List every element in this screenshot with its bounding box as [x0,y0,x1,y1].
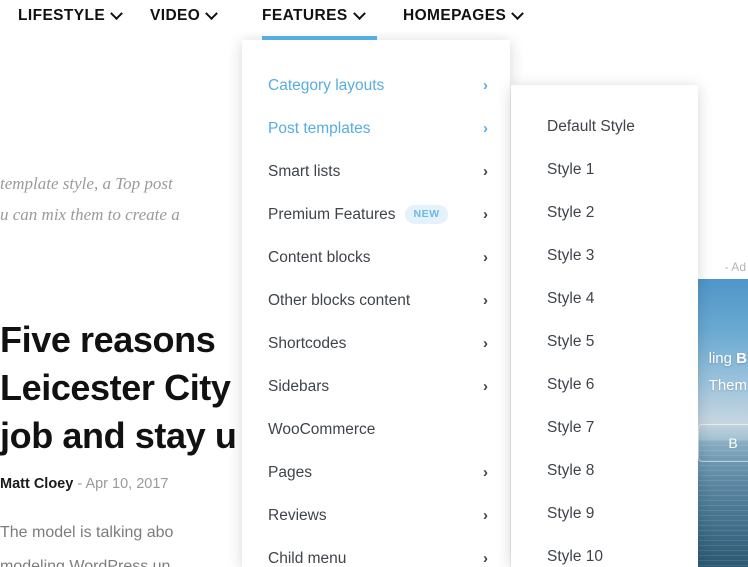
menu-item-shortcodes[interactable]: Shortcodes › [242,322,510,365]
submenu-item-default-style[interactable]: Default Style [511,105,698,148]
submenu-item-style-7[interactable]: Style 7 [511,406,698,449]
chevron-right-icon: › [483,335,488,352]
submenu-item-style-2[interactable]: Style 2 [511,191,698,234]
byline-separator: - [77,476,83,492]
menu-item-label: Shortcodes [268,334,347,352]
submenu-item-style-5[interactable]: Style 5 [511,320,698,363]
article-byline: Matt Cloey - Apr 10, 2017 [0,476,168,492]
primary-navigation: LIFESTYLE VIDEO FEATURES HOMEPAGES [0,0,748,32]
submenu-item-style-1[interactable]: Style 1 [511,148,698,191]
article-lede-line-2: u can mix them to create a [0,205,180,224]
menu-item-smart-lists[interactable]: Smart lists › [242,150,510,193]
menu-item-label: WooCommerce [268,420,376,438]
chevron-right-icon: › [483,120,488,137]
features-dropdown-panel: Category layouts › Post templates › Smart li… [242,40,510,567]
nav-item-features[interactable]: FEATURES [262,0,366,32]
chevron-down-icon [110,6,124,20]
nav-item-label: VIDEO [150,7,201,24]
chevron-right-icon: › [483,163,488,180]
submenu-item-label: Default Style [547,117,635,135]
new-badge: NEW [405,205,448,224]
menu-item-other-blocks-content[interactable]: Other blocks content › [242,279,510,322]
features-menu-list: Category layouts › Post templates › Smart li… [242,40,510,567]
submenu-item-label: Style 9 [547,504,595,522]
chevron-right-icon: › [483,77,488,94]
article-date: Apr 10, 2017 [85,476,169,492]
ad-headline-line-2: Them [708,377,747,394]
submenu-item-label: Style 4 [547,289,595,307]
nav-item-label: HOMEPAGES [403,7,507,24]
menu-item-label: Premium Features [268,205,396,223]
article-headline-line-2: Leicester City [0,367,231,408]
article-lede: template style, a Top post u can mix the… [0,168,260,230]
chevron-right-icon: › [483,550,488,567]
chevron-down-icon [352,6,366,20]
menu-item-sidebars[interactable]: Sidebars › [242,365,510,408]
submenu-item-style-6[interactable]: Style 6 [511,363,698,406]
ad-headline-line-1: ling B [708,350,747,367]
menu-item-child-menu[interactable]: Child menu › [242,537,510,567]
ad-banner[interactable]: ling B Them B [690,279,748,567]
chevron-right-icon: › [483,249,488,266]
menu-item-content-blocks[interactable]: Content blocks › [242,236,510,279]
submenu-item-style-4[interactable]: Style 4 [511,277,698,320]
nav-item-label: FEATURES [262,7,348,24]
menu-item-woocommerce[interactable]: WooCommerce [242,408,510,451]
submenu-item-style-8[interactable]: Style 8 [511,449,698,492]
post-templates-submenu-panel: Default Style Style 1 Style 2 Style 3 Style … [511,85,698,567]
chevron-right-icon: › [483,507,488,524]
menu-item-pages[interactable]: Pages › [242,451,510,494]
menu-item-reviews[interactable]: Reviews › [242,494,510,537]
chevron-right-icon: › [483,464,488,481]
menu-item-premium-features[interactable]: Premium Features NEW › [242,193,510,236]
nav-item-homepages[interactable]: HOMEPAGES [403,0,525,32]
menu-item-post-templates[interactable]: Post templates › [242,107,510,150]
submenu-item-label: Style 1 [547,160,595,178]
menu-item-label: Reviews [268,506,327,524]
article-body-line-1: The model is talking abo [0,524,174,541]
submenu-item-label: Style 10 [547,547,604,565]
menu-item-category-layouts[interactable]: Category layouts › [242,64,510,107]
menu-item-label: Sidebars [268,377,330,395]
article-headline-line-1: Five reasons [0,319,216,360]
submenu-item-label: Style 7 [547,418,595,436]
submenu-item-style-3[interactable]: Style 3 [511,234,698,277]
submenu-item-style-9[interactable]: Style 9 [511,492,698,535]
ad-headline: ling B Them [690,345,748,399]
chevron-right-icon: › [483,206,488,223]
article-headline-line-3: job and stay u [0,415,237,456]
menu-item-label: Category layouts [268,76,385,94]
ad-label: - Ad [724,260,746,274]
menu-item-label: Post templates [268,119,371,137]
styles-menu-list: Default Style Style 1 Style 2 Style 3 Style … [511,85,698,567]
sidebar-ad-rail: - Ad ling B Them B [690,255,748,567]
submenu-item-label: Style 2 [547,203,595,221]
menu-item-label: Smart lists [268,162,341,180]
active-nav-underline [262,36,377,40]
nav-item-label: LIFESTYLE [18,7,106,24]
menu-item-label: Pages [268,463,312,481]
submenu-item-style-10[interactable]: Style 10 [511,535,698,567]
chevron-right-icon: › [483,378,488,395]
article-body-line-2: modeling WordPress un [0,558,171,567]
nav-item-lifestyle[interactable]: LIFESTYLE [18,0,124,32]
article-author[interactable]: Matt Cloey [0,476,73,492]
submenu-item-label: Style 8 [547,461,595,479]
article-body: The model is talking abo modeling WordPr… [0,516,260,567]
article-lede-line-1: template style, a Top post [0,174,173,193]
submenu-item-label: Style 6 [547,375,595,393]
article-headline: Five reasons Leicester City job and stay… [0,316,260,460]
chevron-down-icon [205,6,219,20]
menu-item-label: Child menu [268,549,347,567]
ad-cta-button[interactable]: B [698,424,748,462]
menu-item-label: Content blocks [268,248,371,266]
submenu-item-label: Style 5 [547,332,595,350]
nav-item-video[interactable]: VIDEO [150,0,219,32]
chevron-down-icon [511,6,525,20]
menu-item-label: Other blocks content [268,291,411,309]
submenu-item-label: Style 3 [547,246,595,264]
chevron-right-icon: › [483,292,488,309]
